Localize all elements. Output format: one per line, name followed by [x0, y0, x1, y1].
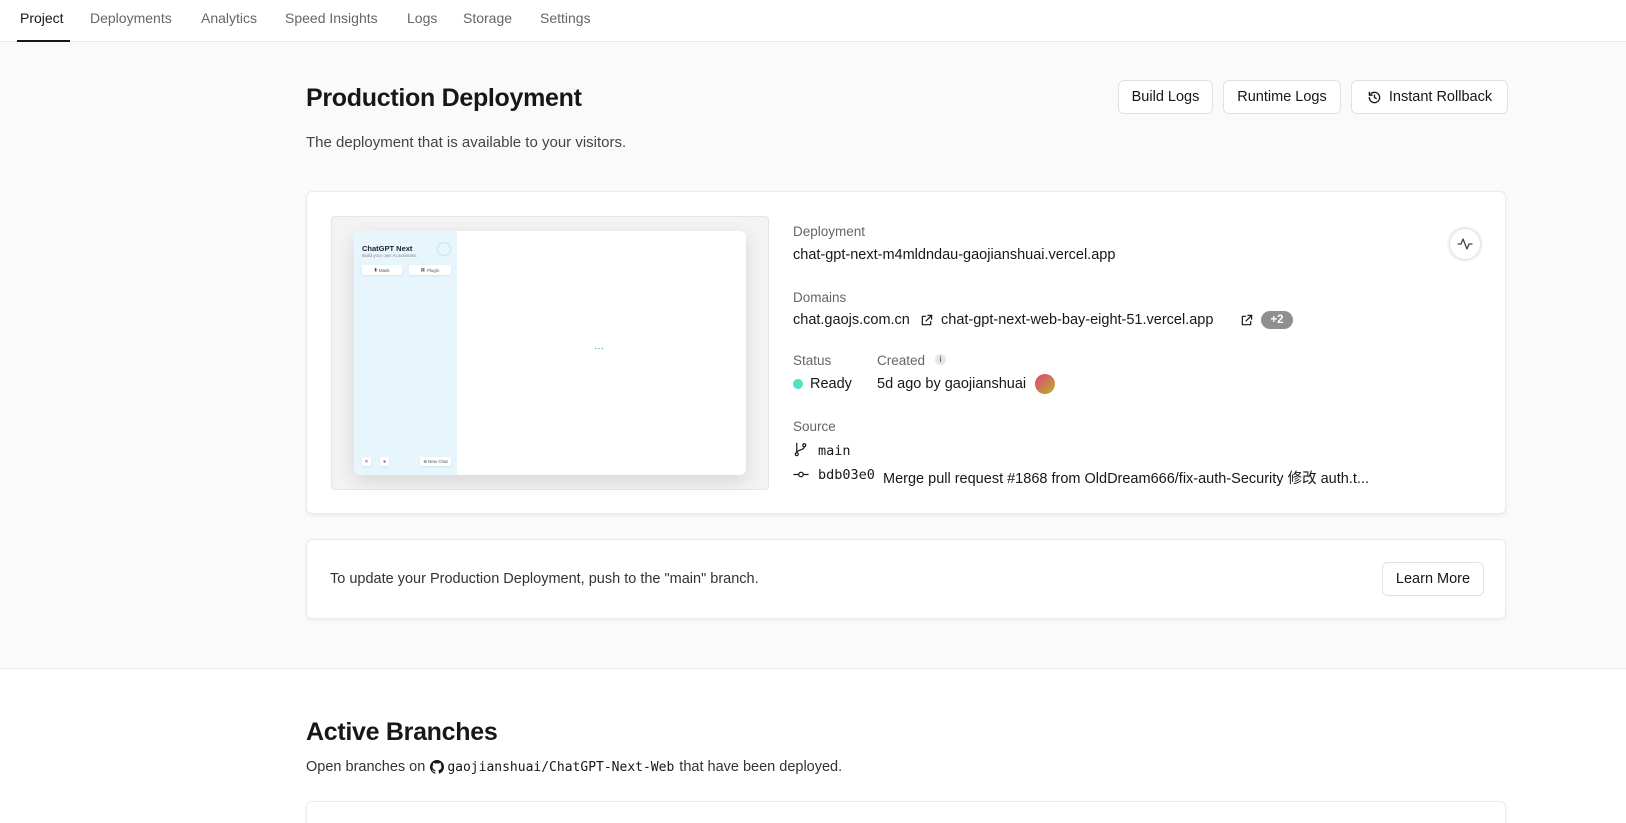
- preview-mask-button: ▮ Mask: [362, 265, 402, 275]
- rollback-icon: [1367, 90, 1382, 105]
- more-domains-badge[interactable]: +2: [1261, 311, 1293, 329]
- tab-logs[interactable]: Logs: [407, 10, 437, 26]
- preview-app-title: ChatGPT Next: [362, 244, 413, 253]
- branches-list-card: [306, 801, 1506, 823]
- preview-logo-icon: [437, 242, 451, 256]
- domains-label: Domains: [793, 290, 847, 305]
- tab-analytics[interactable]: Analytics: [201, 10, 257, 26]
- preview-sidebar: ChatGPT Next Build your own AI assistant…: [354, 231, 457, 475]
- active-branches-title: Active Branches: [306, 718, 498, 746]
- repo-link[interactable]: gaojianshuai/ChatGPT-Next-Web: [447, 760, 674, 775]
- preview-app-subtitle: Build your own AI assistant.: [362, 253, 418, 258]
- tab-project[interactable]: Project: [20, 10, 64, 26]
- instant-rollback-button[interactable]: Instant Rollback: [1351, 80, 1508, 114]
- preview-settings-icon: ✕: [362, 457, 371, 466]
- source-label: Source: [793, 419, 836, 434]
- build-logs-button[interactable]: Build Logs: [1118, 80, 1213, 114]
- github-icon: [430, 760, 445, 774]
- avatar[interactable]: [1035, 374, 1055, 394]
- deployment-url-link[interactable]: chat-gpt-next-m4mldndau-gaojianshuai.ver…: [793, 247, 1115, 263]
- status-label: Status: [793, 353, 832, 368]
- status-indicator: [793, 379, 803, 389]
- active-branches-subtitle: Open branches on gaojianshuai/ChatGPT-Ne…: [306, 759, 842, 775]
- active-branches-suffix: that have been deployed.: [679, 759, 843, 775]
- production-deployment-title: Production Deployment: [306, 84, 582, 112]
- runtime-logs-button[interactable]: Runtime Logs: [1223, 80, 1341, 114]
- commit-hash[interactable]: bdb03e0: [818, 467, 875, 483]
- activity-icon[interactable]: [1449, 228, 1481, 260]
- tab-deployments[interactable]: Deployments: [90, 10, 172, 26]
- status-value: Ready: [810, 376, 852, 392]
- preview-github-icon: ●: [380, 457, 389, 466]
- git-branch-icon: [793, 442, 808, 462]
- tab-speed-insights[interactable]: Speed Insights: [285, 10, 378, 26]
- external-link-icon: [1240, 314, 1253, 332]
- learn-more-button[interactable]: Learn More: [1382, 562, 1484, 596]
- active-branches-prefix: Open branches on: [306, 759, 426, 775]
- project-tabs-bar: Project Deployments Analytics Speed Insi…: [0, 0, 1626, 42]
- deployment-label: Deployment: [793, 224, 866, 239]
- preview-plugin-button: ▦ Plugin: [409, 265, 451, 275]
- domain-link-primary[interactable]: chat.gaojs.com.cn: [793, 312, 910, 328]
- preview-new-chat-button: ⊕ New Chat: [420, 457, 451, 466]
- preview-loading-indicator: ···: [594, 343, 604, 354]
- deployment-screenshot: ChatGPT Next Build your own AI assistant…: [354, 231, 746, 475]
- created-value: 5d ago by gaojianshuai: [877, 376, 1027, 392]
- external-link-icon: [920, 314, 933, 332]
- source-branch[interactable]: main: [818, 443, 851, 459]
- active-branches-section: [0, 668, 1626, 823]
- production-deployment-subtitle: The deployment that is available to your…: [306, 134, 627, 151]
- active-tab-indicator: [17, 40, 70, 42]
- instant-rollback-label: Instant Rollback: [1388, 89, 1493, 105]
- tab-storage[interactable]: Storage: [463, 10, 512, 26]
- git-commit-icon: [793, 467, 809, 487]
- domain-link-secondary[interactable]: chat-gpt-next-web-bay-eight-51.vercel.ap…: [941, 312, 1213, 328]
- tab-settings[interactable]: Settings: [540, 10, 591, 26]
- production-branch-notice-text: To update your Production Deployment, pu…: [330, 571, 759, 587]
- commit-message[interactable]: Merge pull request #1868 from OldDream66…: [883, 467, 1369, 488]
- info-icon[interactable]: i: [935, 354, 946, 365]
- created-label: Created: [877, 353, 926, 368]
